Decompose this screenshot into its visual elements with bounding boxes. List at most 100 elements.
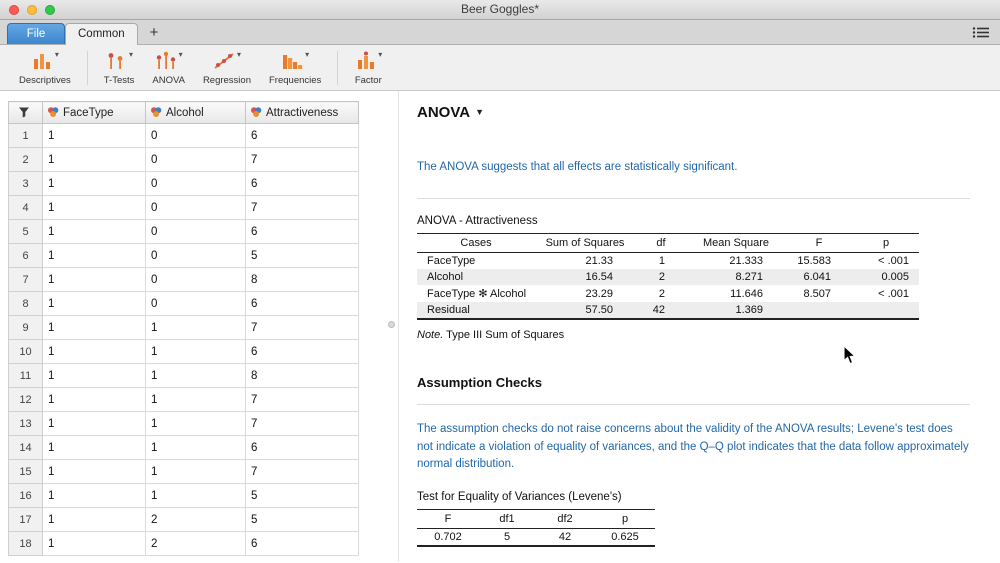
- results-menu-icon[interactable]: [972, 26, 990, 44]
- data-cell[interactable]: 1: [42, 219, 146, 244]
- data-cell[interactable]: 1: [145, 459, 246, 484]
- data-cell[interactable]: 1: [42, 411, 146, 436]
- data-cell[interactable]: 1: [145, 483, 246, 508]
- data-cell[interactable]: 1: [42, 171, 146, 196]
- data-cell[interactable]: 1: [145, 411, 246, 436]
- data-cell[interactable]: 0: [145, 219, 246, 244]
- table-row: FaceType ✻ Alcohol 23.29 2 11.646 8.507 < .00…: [417, 285, 919, 302]
- table-cell: 57.50: [585, 304, 613, 317]
- levene-table: Fdf1 df2 p 0.702 5 42 0.625: [417, 509, 655, 547]
- data-cell[interactable]: 1: [42, 147, 146, 172]
- data-cell[interactable]: 1: [42, 267, 146, 292]
- data-cell[interactable]: 7: [245, 195, 359, 220]
- data-cell[interactable]: 7: [245, 387, 359, 412]
- tab-file[interactable]: File: [7, 23, 65, 44]
- data-cell[interactable]: 8: [245, 267, 359, 292]
- row-number: 10: [8, 339, 43, 364]
- data-cell[interactable]: 2: [145, 507, 246, 532]
- data-row: 5106: [8, 219, 359, 244]
- data-cell[interactable]: 0: [145, 195, 246, 220]
- data-cell[interactable]: 0: [145, 291, 246, 316]
- row-number: 17: [8, 507, 43, 532]
- anova-icon: [156, 51, 175, 69]
- splitter-handle[interactable]: [388, 321, 395, 328]
- data-cell[interactable]: 7: [245, 411, 359, 436]
- data-cell[interactable]: 0: [145, 267, 246, 292]
- data-row: 12 1 1 7: [8, 387, 359, 412]
- data-cell[interactable]: 6: [245, 435, 359, 460]
- column-header: df2: [557, 513, 573, 525]
- ribbon-regression[interactable]: ▾ Regression: [194, 50, 260, 86]
- table-cell: 1.369: [735, 304, 763, 317]
- ribbon-t-tests[interactable]: ▾ T-Tests: [95, 50, 144, 86]
- data-cell[interactable]: 7: [245, 147, 359, 172]
- data-cell[interactable]: 5: [245, 243, 359, 268]
- ribbon-factor[interactable]: ▾ Factor: [345, 50, 391, 86]
- data-cell[interactable]: 7: [245, 315, 359, 340]
- data-cell[interactable]: 1: [42, 507, 146, 532]
- data-cell[interactable]: 1: [42, 435, 146, 460]
- table-cell: 23.29: [585, 287, 613, 300]
- data-cell[interactable]: 0: [145, 123, 246, 148]
- data-cell[interactable]: 0: [145, 171, 246, 196]
- data-cell[interactable]: 1: [42, 339, 146, 364]
- ribbon-anova[interactable]: ▾ ANOVA: [143, 50, 194, 86]
- data-cell[interactable]: 1: [42, 315, 146, 340]
- data-cell[interactable]: 1: [145, 315, 246, 340]
- traffic-lights: [9, 5, 55, 15]
- minimize-window-button[interactable]: [27, 5, 37, 15]
- tab-common[interactable]: Common: [65, 23, 138, 45]
- filter-column-header[interactable]: [8, 101, 43, 124]
- zoom-window-button[interactable]: [45, 5, 55, 15]
- toolbar-separator: [337, 50, 339, 85]
- data-cell[interactable]: 0: [145, 147, 246, 172]
- table-cell: 16.54: [585, 271, 613, 284]
- row-number: 11: [8, 363, 43, 388]
- table-cell: 21.33: [585, 255, 613, 268]
- data-cell[interactable]: 7: [245, 459, 359, 484]
- data-cell[interactable]: 0: [145, 243, 246, 268]
- chevron-down-icon: ▼: [475, 107, 484, 117]
- data-grid: FaceType Alcohol Attractiveness 11062107…: [8, 101, 359, 556]
- data-cell[interactable]: 1: [42, 291, 146, 316]
- column-header-facetype[interactable]: FaceType: [42, 101, 146, 124]
- data-cell[interactable]: 6: [245, 123, 359, 148]
- data-cell[interactable]: 1: [42, 195, 146, 220]
- table-cell: FaceType ✻ Alcohol: [427, 288, 527, 301]
- panel-splitter[interactable]: [360, 91, 398, 562]
- data-cell[interactable]: 6: [245, 291, 359, 316]
- data-row: 1106: [8, 123, 359, 148]
- data-cell[interactable]: 1: [145, 387, 246, 412]
- data-cell[interactable]: 6: [245, 171, 359, 196]
- column-header-alcohol[interactable]: Alcohol: [145, 101, 246, 124]
- add-tab-button[interactable]: +: [138, 23, 171, 44]
- data-cell[interactable]: 6: [245, 219, 359, 244]
- data-cell[interactable]: 6: [245, 531, 359, 556]
- row-number: 9: [8, 315, 43, 340]
- column-header: Sum of Squares: [545, 237, 625, 250]
- close-window-button[interactable]: [9, 5, 19, 15]
- titlebar: Beer Goggles*: [0, 0, 1000, 20]
- data-cell[interactable]: 1: [42, 459, 146, 484]
- assumption-checks-heading[interactable]: Assumption Checks: [417, 375, 970, 390]
- data-cell[interactable]: 1: [42, 483, 146, 508]
- data-cell[interactable]: 1: [145, 339, 246, 364]
- row-number: 1: [8, 123, 43, 148]
- ribbon-frequencies[interactable]: ▾ Frequencies: [260, 50, 330, 86]
- data-cell[interactable]: 5: [245, 483, 359, 508]
- data-cell[interactable]: 6: [245, 339, 359, 364]
- data-cell[interactable]: 1: [42, 243, 146, 268]
- data-cell[interactable]: 1: [42, 123, 146, 148]
- data-cell[interactable]: 1: [42, 531, 146, 556]
- data-cell[interactable]: 1: [145, 363, 246, 388]
- data-cell[interactable]: 1: [42, 387, 146, 412]
- data-cell[interactable]: 1: [145, 435, 246, 460]
- data-cell[interactable]: 2: [145, 531, 246, 556]
- anova-section-title[interactable]: ANOVA ▼: [417, 104, 970, 121]
- column-header-attractiveness[interactable]: Attractiveness: [245, 101, 359, 124]
- data-cell[interactable]: 1: [42, 363, 146, 388]
- data-cell[interactable]: 8: [245, 363, 359, 388]
- data-cell[interactable]: 5: [245, 507, 359, 532]
- ribbon-descriptives[interactable]: ▾ Descriptives: [10, 50, 80, 86]
- data-row: 6105: [8, 243, 359, 268]
